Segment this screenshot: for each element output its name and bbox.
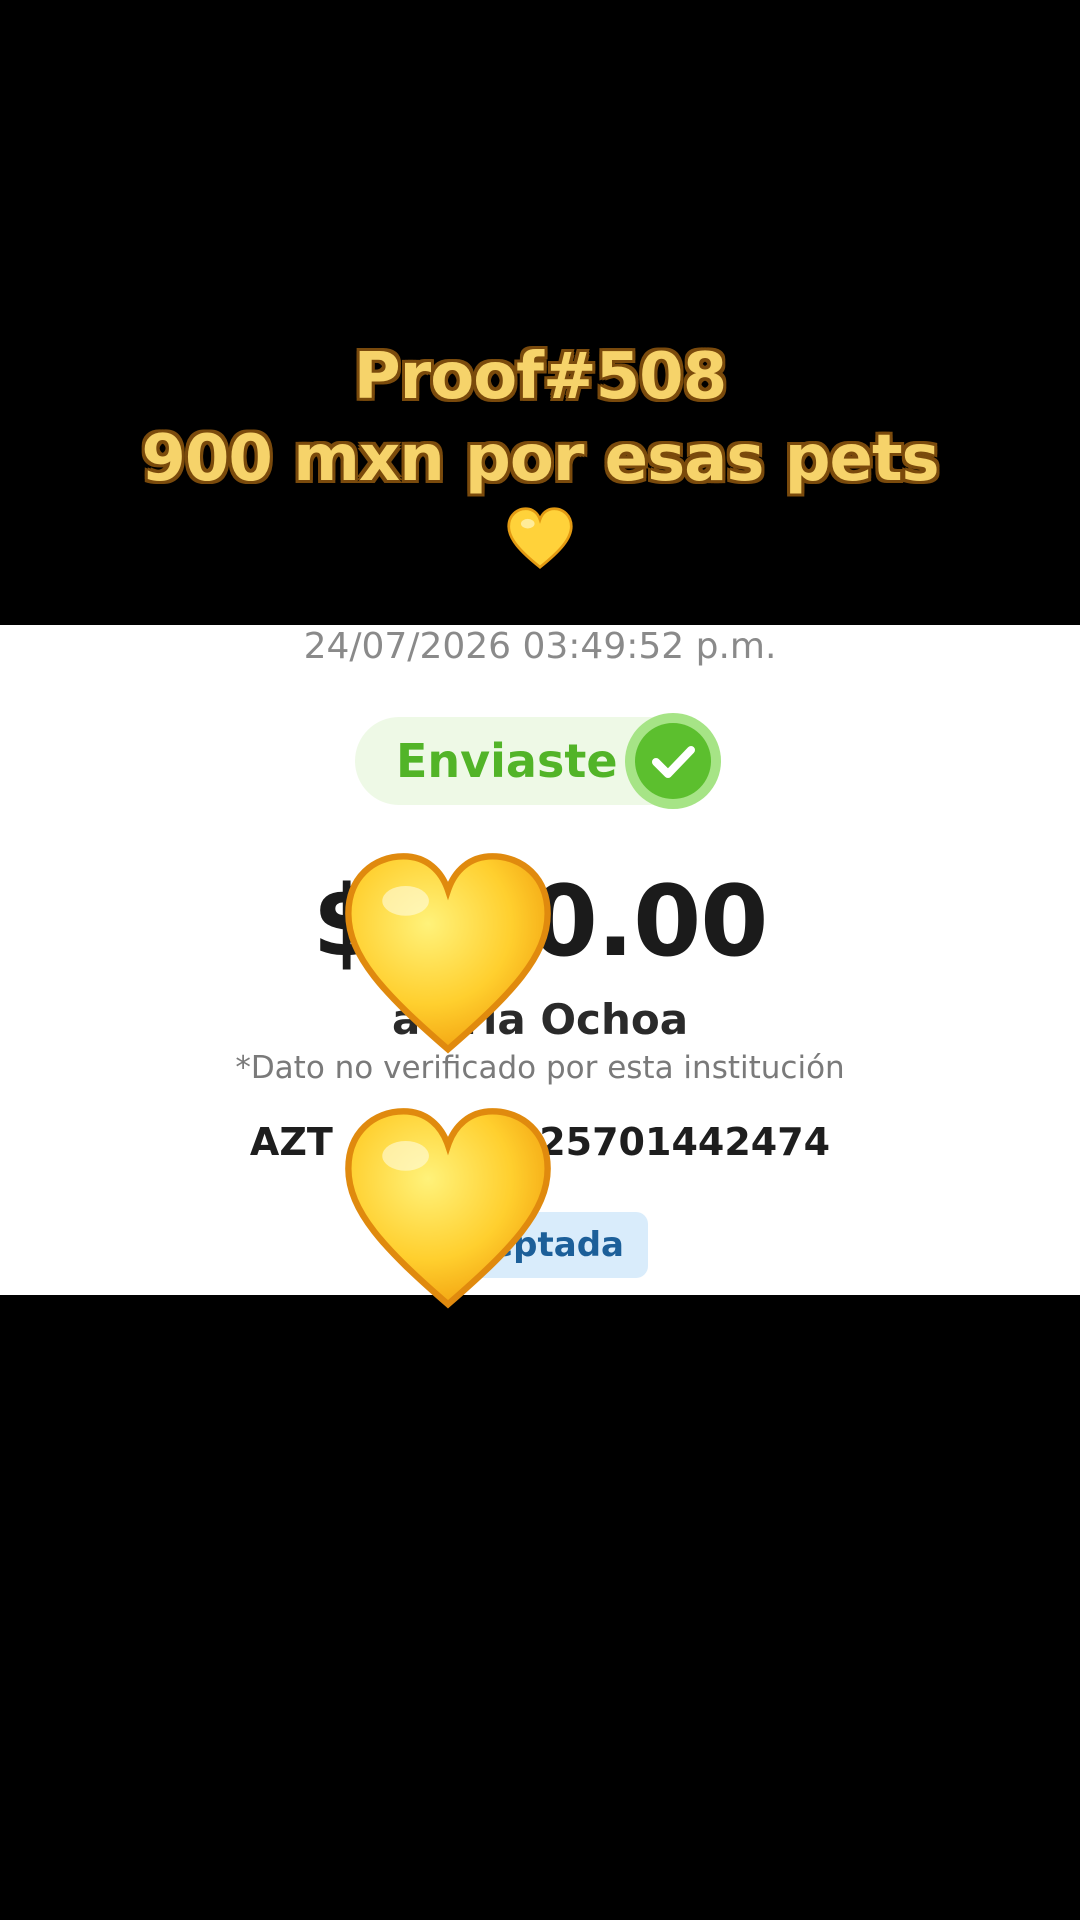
caption-title: Proof#508: [353, 340, 727, 414]
sent-status-pill: Enviaste: [355, 713, 721, 809]
yellow-heart-icon: [345, 1108, 551, 1309]
amount-suffix: 0.00: [529, 865, 769, 979]
transfer-timestamp: 24/07/2026 03:49:52 p.m.: [303, 626, 777, 667]
check-circle-icon: [625, 713, 721, 809]
tracking-prefix: AZT: [249, 1120, 333, 1164]
yellow-heart-icon: [345, 853, 551, 1054]
sent-status-label: Enviaste: [396, 734, 618, 788]
yellow-heart-icon: [507, 507, 573, 569]
caption-subtitle: 900 mxn por esas pets: [141, 422, 939, 496]
tracking-suffix: 225701442474: [512, 1120, 831, 1164]
